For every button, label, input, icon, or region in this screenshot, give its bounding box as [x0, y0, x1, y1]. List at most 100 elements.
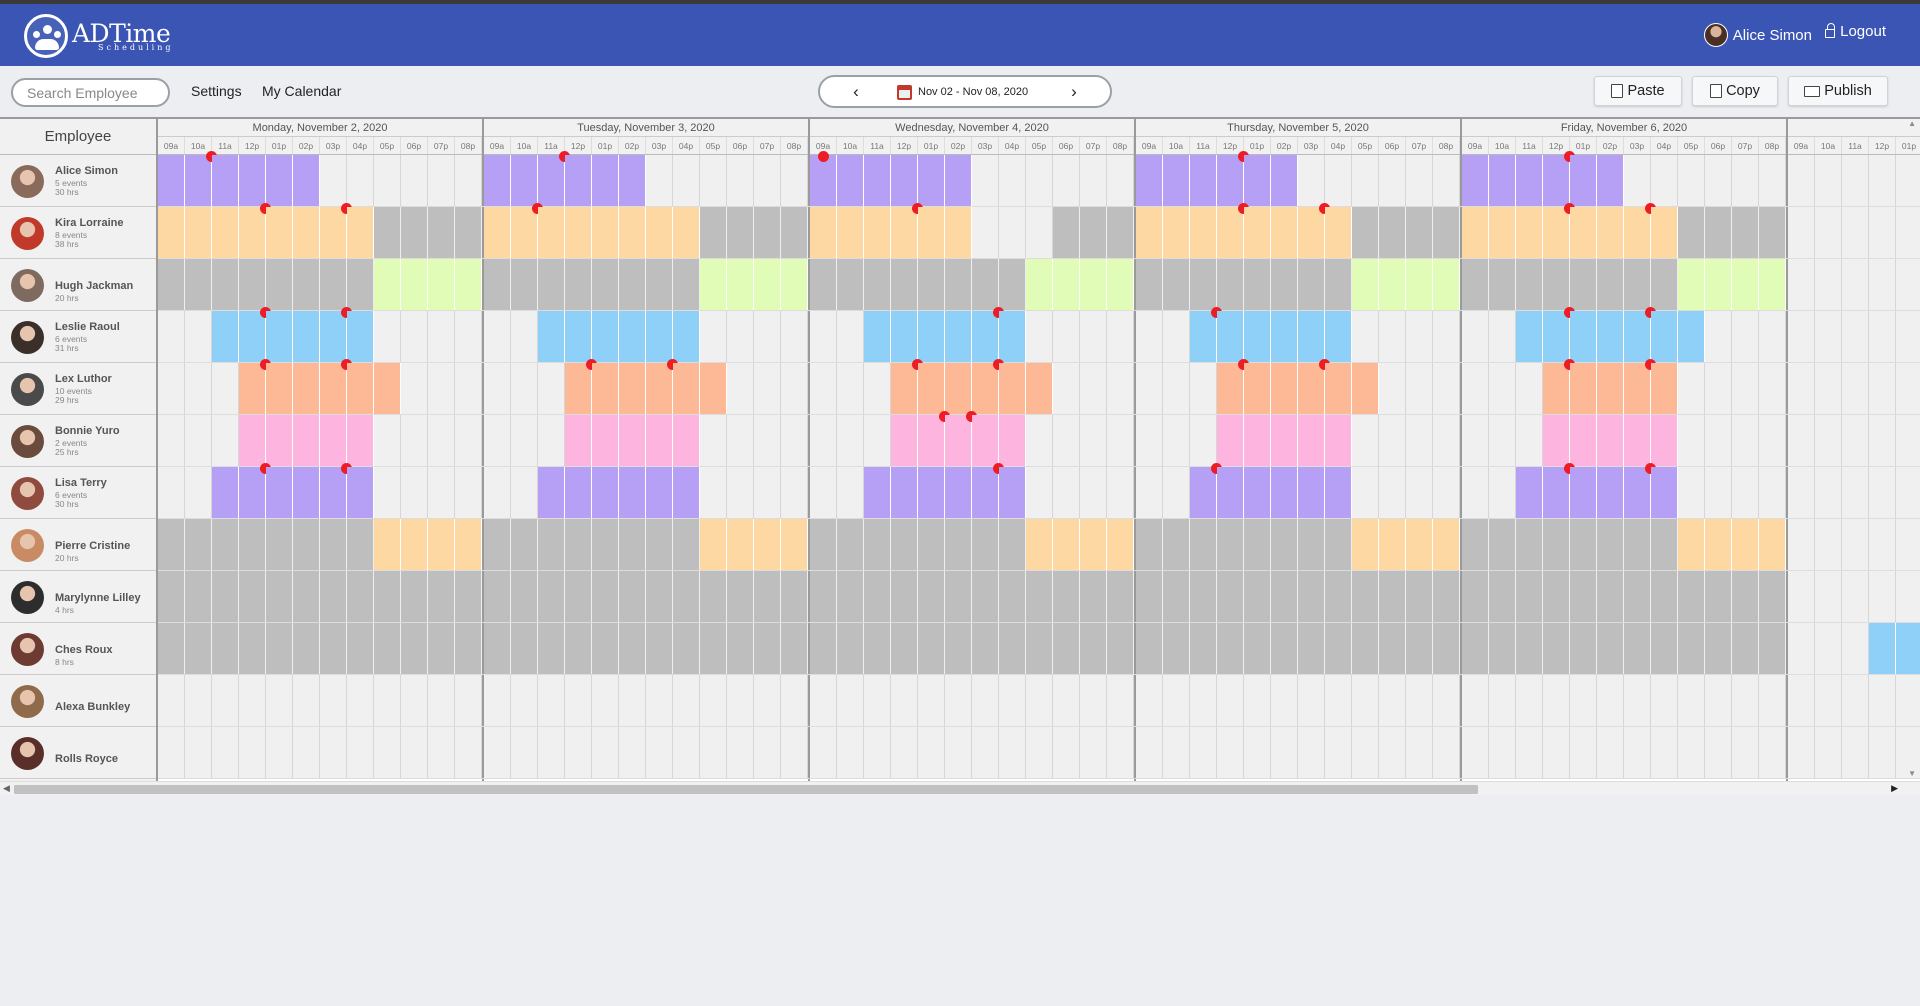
shift-block[interactable]	[781, 519, 808, 570]
shift-block[interactable]	[538, 519, 565, 570]
time-slot[interactable]	[374, 311, 401, 362]
time-slot[interactable]	[538, 727, 565, 778]
shift-block[interactable]	[565, 415, 592, 466]
shift-block[interactable]	[646, 259, 673, 310]
shift-block[interactable]	[1570, 311, 1597, 362]
time-slot[interactable]	[1597, 727, 1624, 778]
time-slot[interactable]	[781, 363, 808, 414]
shift-block[interactable]	[619, 259, 646, 310]
shift-block[interactable]	[455, 207, 482, 258]
time-slot[interactable]	[1896, 155, 1920, 206]
shift-block[interactable]	[1570, 415, 1597, 466]
time-slot[interactable]	[484, 467, 511, 518]
time-slot[interactable]	[1462, 727, 1489, 778]
time-slot[interactable]	[1842, 207, 1869, 258]
time-slot[interactable]	[293, 727, 320, 778]
time-slot[interactable]	[1516, 415, 1543, 466]
time-slot[interactable]	[1026, 311, 1053, 362]
time-slot[interactable]	[1678, 363, 1705, 414]
time-slot[interactable]	[1570, 675, 1597, 726]
shift-block[interactable]	[1570, 259, 1597, 310]
shift-block[interactable]	[293, 259, 320, 310]
shift-block[interactable]	[1244, 363, 1271, 414]
shift-block[interactable]	[891, 359, 923, 414]
shift-block[interactable]	[1325, 571, 1352, 622]
logout-link[interactable]: Logout	[1825, 23, 1886, 40]
time-slot[interactable]	[837, 311, 864, 362]
time-slot[interactable]	[320, 727, 347, 778]
time-slot[interactable]	[972, 155, 999, 206]
shift-block[interactable]	[347, 311, 374, 362]
shift-block[interactable]	[1163, 519, 1190, 570]
time-slot[interactable]	[1788, 363, 1815, 414]
shift-block[interactable]	[592, 571, 619, 622]
time-slot[interactable]	[158, 311, 185, 362]
shift-block[interactable]	[428, 259, 455, 310]
shift-block[interactable]	[1516, 311, 1543, 362]
shift-block[interactable]	[1244, 155, 1271, 206]
shift-block[interactable]	[347, 519, 374, 570]
shift-block[interactable]	[837, 259, 864, 310]
shift-block[interactable]	[727, 259, 754, 310]
publish-button[interactable]: Publish	[1788, 76, 1888, 106]
time-slot[interactable]	[1896, 207, 1920, 258]
shift-block[interactable]	[918, 155, 945, 206]
time-slot[interactable]	[837, 363, 864, 414]
time-slot[interactable]	[266, 675, 293, 726]
shift-block[interactable]	[185, 259, 212, 310]
shift-block[interactable]	[455, 623, 482, 674]
time-slot[interactable]	[1651, 155, 1678, 206]
time-slot[interactable]	[1705, 311, 1732, 362]
shift-block[interactable]	[837, 571, 864, 622]
shift-block[interactable]	[1244, 259, 1271, 310]
time-slot[interactable]	[455, 155, 482, 206]
time-slot[interactable]	[1489, 727, 1516, 778]
time-slot[interactable]	[1788, 727, 1815, 778]
time-slot[interactable]	[864, 727, 891, 778]
shift-block[interactable]	[1163, 155, 1190, 206]
shift-block[interactable]	[1651, 311, 1678, 362]
time-slot[interactable]	[1433, 675, 1460, 726]
shift-block[interactable]	[212, 207, 239, 258]
shift-block[interactable]	[1217, 467, 1244, 518]
shift-block[interactable]	[185, 519, 212, 570]
shift-block[interactable]	[891, 519, 918, 570]
shift-block[interactable]	[1624, 307, 1656, 362]
time-slot[interactable]	[1352, 727, 1379, 778]
shift-block[interactable]	[1651, 415, 1678, 466]
time-slot[interactable]	[1788, 207, 1815, 258]
time-slot[interactable]	[837, 675, 864, 726]
time-slot[interactable]	[484, 311, 511, 362]
shift-block[interactable]	[212, 311, 239, 362]
shift-block[interactable]	[1406, 207, 1433, 258]
time-slot[interactable]	[401, 675, 428, 726]
time-slot[interactable]	[592, 727, 619, 778]
shift-block[interactable]	[1433, 571, 1460, 622]
time-slot[interactable]	[1379, 415, 1406, 466]
shift-block[interactable]	[945, 363, 972, 414]
shift-block[interactable]	[1271, 467, 1298, 518]
time-slot[interactable]	[1271, 727, 1298, 778]
time-slot[interactable]	[266, 727, 293, 778]
time-slot[interactable]	[810, 467, 837, 518]
copy-button[interactable]: Copy	[1692, 76, 1778, 106]
shift-block[interactable]	[754, 207, 781, 258]
time-slot[interactable]	[1896, 363, 1920, 414]
shift-block[interactable]	[1543, 623, 1570, 674]
time-slot[interactable]	[239, 727, 266, 778]
time-slot[interactable]	[945, 675, 972, 726]
shift-block[interactable]	[1325, 311, 1352, 362]
time-slot[interactable]	[727, 675, 754, 726]
shift-block[interactable]	[266, 207, 293, 258]
time-slot[interactable]	[781, 675, 808, 726]
time-slot[interactable]	[891, 727, 918, 778]
time-slot[interactable]	[1462, 675, 1489, 726]
time-slot[interactable]	[1080, 467, 1107, 518]
time-slot[interactable]	[1298, 675, 1325, 726]
time-slot[interactable]	[1788, 311, 1815, 362]
shift-block[interactable]	[1433, 623, 1460, 674]
shift-block[interactable]	[1325, 363, 1352, 414]
shift-block[interactable]	[347, 207, 374, 258]
shift-block[interactable]	[972, 519, 999, 570]
time-slot[interactable]	[1053, 675, 1080, 726]
